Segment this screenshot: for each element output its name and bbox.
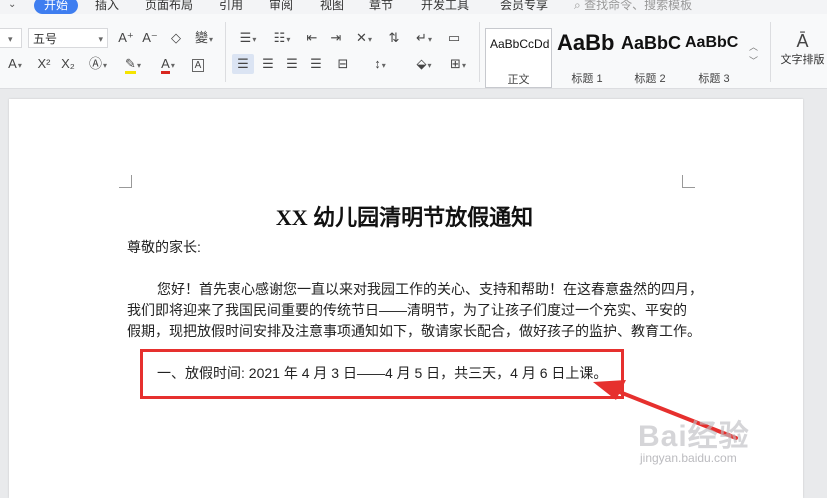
watermark-brand: Bai经验 bbox=[638, 420, 750, 453]
arrow-head bbox=[593, 380, 626, 400]
watermark-url: jingyan.baidu.com bbox=[640, 451, 737, 465]
baidu-watermark: Bai经验 jingyan.baidu.com bbox=[638, 411, 788, 471]
